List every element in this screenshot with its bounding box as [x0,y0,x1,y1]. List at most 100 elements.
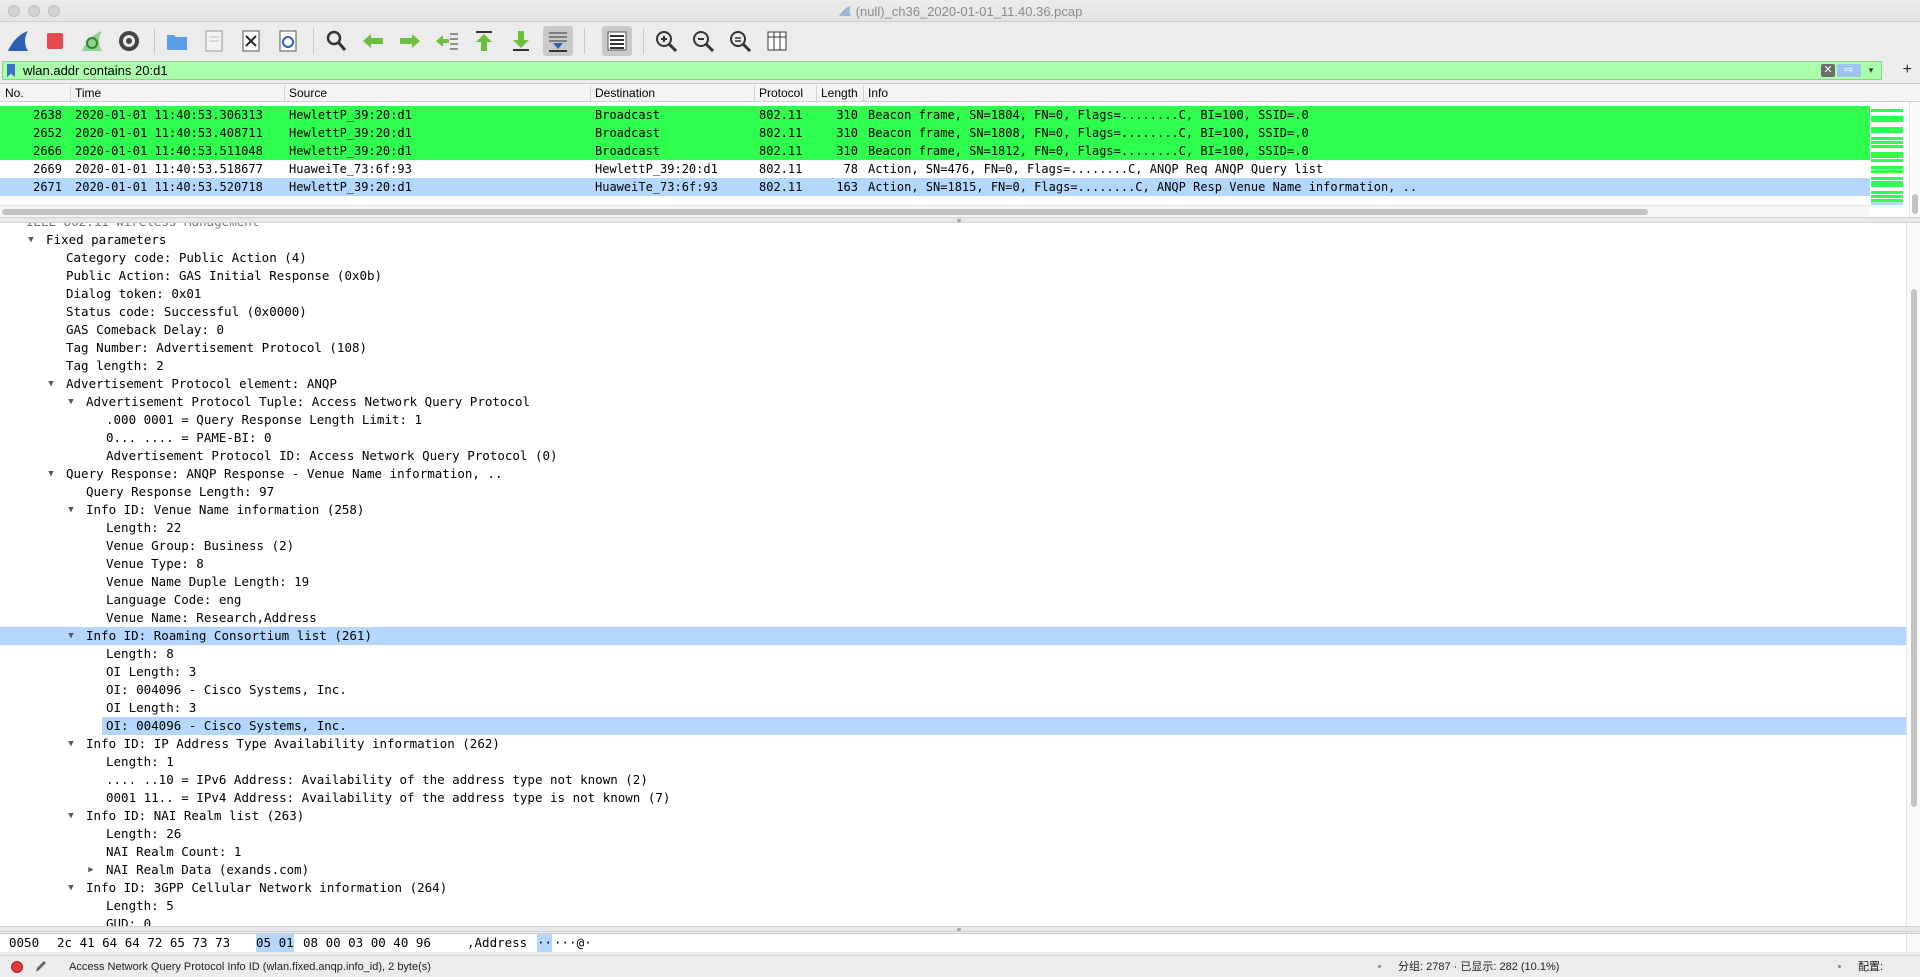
tree-row[interactable]: OI Length: 3 [0,663,1906,681]
packet-list-horizontal-scrollbar[interactable] [0,205,1870,217]
tree-row[interactable]: Language Code: eng [0,591,1906,609]
tree-row[interactable]: ▼ Info ID: Venue Name information (258) [0,501,1906,519]
zoom-out-icon[interactable] [688,26,718,56]
hex-ascii[interactable]: ···@· [554,934,592,952]
zoom-in-icon[interactable] [651,26,681,56]
hex-vertical-scrollbar[interactable] [1906,934,1920,952]
restart-capture-icon[interactable] [77,26,107,56]
packet-list-horizontal-scroll-thumb[interactable] [2,209,1648,215]
collapse-arrow-icon[interactable]: ▼ [46,465,56,483]
tree-row[interactable]: OI: 004096 - Cisco Systems, Inc. [102,717,1906,735]
packet-row[interactable]: 2671 2020-01-01 11:40:53.520718 HewlettP_3… [0,178,1870,196]
column-divider[interactable] [284,85,285,101]
tree-row[interactable]: GUD: 0 [0,915,1906,926]
column-divider[interactable] [816,85,817,101]
tree-row[interactable]: Category code: Public Action (4) [0,249,1906,267]
clear-filter-icon[interactable]: ✕ [1821,64,1835,77]
tree-row[interactable]: Tag length: 2 [0,357,1906,375]
column-header-protocol[interactable]: Protocol [759,86,803,100]
column-divider[interactable] [754,85,755,101]
start-capture-icon[interactable] [3,26,33,56]
colorize-icon[interactable] [602,26,632,56]
packet-row[interactable]: 2669 2020-01-01 11:40:53.518677 HuaweiTe_7… [0,160,1870,178]
go-to-packet-icon[interactable] [432,26,462,56]
hex-ascii[interactable]: ,Address [467,934,527,952]
tree-row[interactable]: ▼ Advertisement Protocol Tuple: Access Ne… [0,393,1906,411]
last-packet-icon[interactable] [506,26,536,56]
tree-row[interactable]: ▼ Info ID: Roaming Consortium list (261) [0,627,1906,645]
normal-size-icon[interactable] [725,26,755,56]
status-profile[interactable]: 配置: Default [1858,957,1920,977]
tree-row[interactable]: OI: 004096 - Cisco Systems, Inc. [0,681,1906,699]
column-header-info[interactable]: Info [868,86,888,100]
tree-row[interactable]: Venue Type: 8 [0,555,1906,573]
display-filter-text[interactable]: wlan.addr contains 20:d1 [23,63,168,78]
stop-capture-icon[interactable] [40,26,70,56]
collapse-arrow-icon[interactable]: ▼ [66,735,76,753]
open-file-icon[interactable] [162,26,192,56]
tree-row[interactable]: NAI Realm Count: 1 [0,843,1906,861]
column-divider[interactable] [863,85,864,101]
pane-splitter[interactable] [0,926,1920,932]
go-forward-icon[interactable] [395,26,425,56]
filter-bookmark-icon[interactable] [7,64,15,77]
tree-row[interactable]: ▼ Fixed parameters [0,231,1906,249]
reload-file-icon[interactable] [273,26,303,56]
hex-bytes[interactable]: 08 00 03 00 40 96 [303,934,431,952]
tree-row[interactable]: Venue Name Duple Length: 19 [0,573,1906,591]
column-header-length[interactable]: Length [821,86,858,100]
resize-columns-icon[interactable] [762,26,792,56]
collapse-arrow-icon[interactable]: ▼ [66,393,76,411]
collapse-arrow-icon[interactable]: ▼ [46,375,56,393]
splitter-handle[interactable] [957,219,961,222]
packet-list-vertical-scrollbar[interactable] [1909,102,1920,218]
tree-row[interactable]: OI Length: 3 [0,699,1906,717]
details-vertical-scrollbar[interactable] [1906,223,1920,926]
tree-row[interactable]: 0001 11.. = IPv4 Address: Availability o… [0,789,1906,807]
tree-row[interactable]: .000 0001 = Query Response Length Limit:… [0,411,1906,429]
tree-row[interactable]: Query Response Length: 97 [0,483,1906,501]
collapse-arrow-icon[interactable]: ▼ [66,879,76,897]
apply-filter-icon[interactable]: ⇨ [1837,64,1861,77]
tree-row[interactable]: Length: 26 [0,825,1906,843]
hex-ascii-selected[interactable]: ·· [537,934,553,952]
column-header-source[interactable]: Source [289,86,327,100]
column-header-time[interactable]: Time [75,86,101,100]
column-header-no[interactable]: No. [5,86,24,100]
edit-comment-icon[interactable] [34,957,48,975]
tree-row[interactable]: Status code: Successful (0x0000) [0,303,1906,321]
packet-row[interactable]: 2638 2020-01-01 11:40:53.306313 HewlettP_3… [0,106,1870,124]
splitter-handle[interactable] [957,928,961,931]
column-divider[interactable] [590,85,591,101]
tree-row[interactable]: Public Action: GAS Initial Response (0x0… [0,267,1906,285]
column-header-destination[interactable]: Destination [595,86,655,100]
collapse-arrow-icon[interactable]: ▼ [26,231,36,249]
packet-row[interactable]: 2652 2020-01-01 11:40:53.408711 HewlettP_3… [0,124,1870,142]
expert-info-indicator-icon[interactable] [11,961,23,973]
save-file-icon[interactable] [199,26,229,56]
tree-row[interactable]: ▼ Advertisement Protocol element: ANQP [0,375,1906,393]
tree-row[interactable]: ▼ Info ID: IP Address Type Availability i… [0,735,1906,753]
tree-row[interactable]: Advertisement Protocol ID: Access Networ… [0,447,1906,465]
tree-row[interactable]: ▼ Info ID: 3GPP Cellular Network informat… [0,879,1906,897]
collapse-arrow-icon[interactable]: ▼ [66,627,76,645]
tree-row[interactable]: ▼ Query Response: ANQP Response - Venue N… [0,465,1906,483]
expand-arrow-icon[interactable]: ▶ [86,861,96,879]
tree-row[interactable]: 0... .... = PAME-BI: 0 [0,429,1906,447]
tree-row[interactable]: Length: 8 [0,645,1906,663]
collapse-arrow-icon[interactable]: ▼ [66,501,76,519]
close-file-icon[interactable] [236,26,266,56]
first-packet-icon[interactable] [469,26,499,56]
packet-row[interactable]: 2666 2020-01-01 11:40:53.511048 HewlettP_3… [0,142,1870,160]
collapse-arrow-icon[interactable]: ▼ [66,807,76,825]
hex-bytes-selected[interactable]: 05 01 [256,934,294,952]
tree-row[interactable]: Dialog token: 0x01 [0,285,1906,303]
tree-row[interactable]: .... ..10 = IPv6 Address: Availability o… [0,771,1906,789]
tree-row[interactable]: Length: 1 [0,753,1906,771]
tree-row[interactable]: ▶ NAI Realm Data (exands.com) [0,861,1906,879]
details-vertical-scroll-thumb[interactable] [1911,289,1917,807]
packet-list-minimap[interactable] [1871,102,1907,206]
packet-list-vertical-scroll-thumb[interactable] [1912,194,1918,214]
tree-row[interactable]: GAS Comeback Delay: 0 [0,321,1906,339]
go-back-icon[interactable] [358,26,388,56]
